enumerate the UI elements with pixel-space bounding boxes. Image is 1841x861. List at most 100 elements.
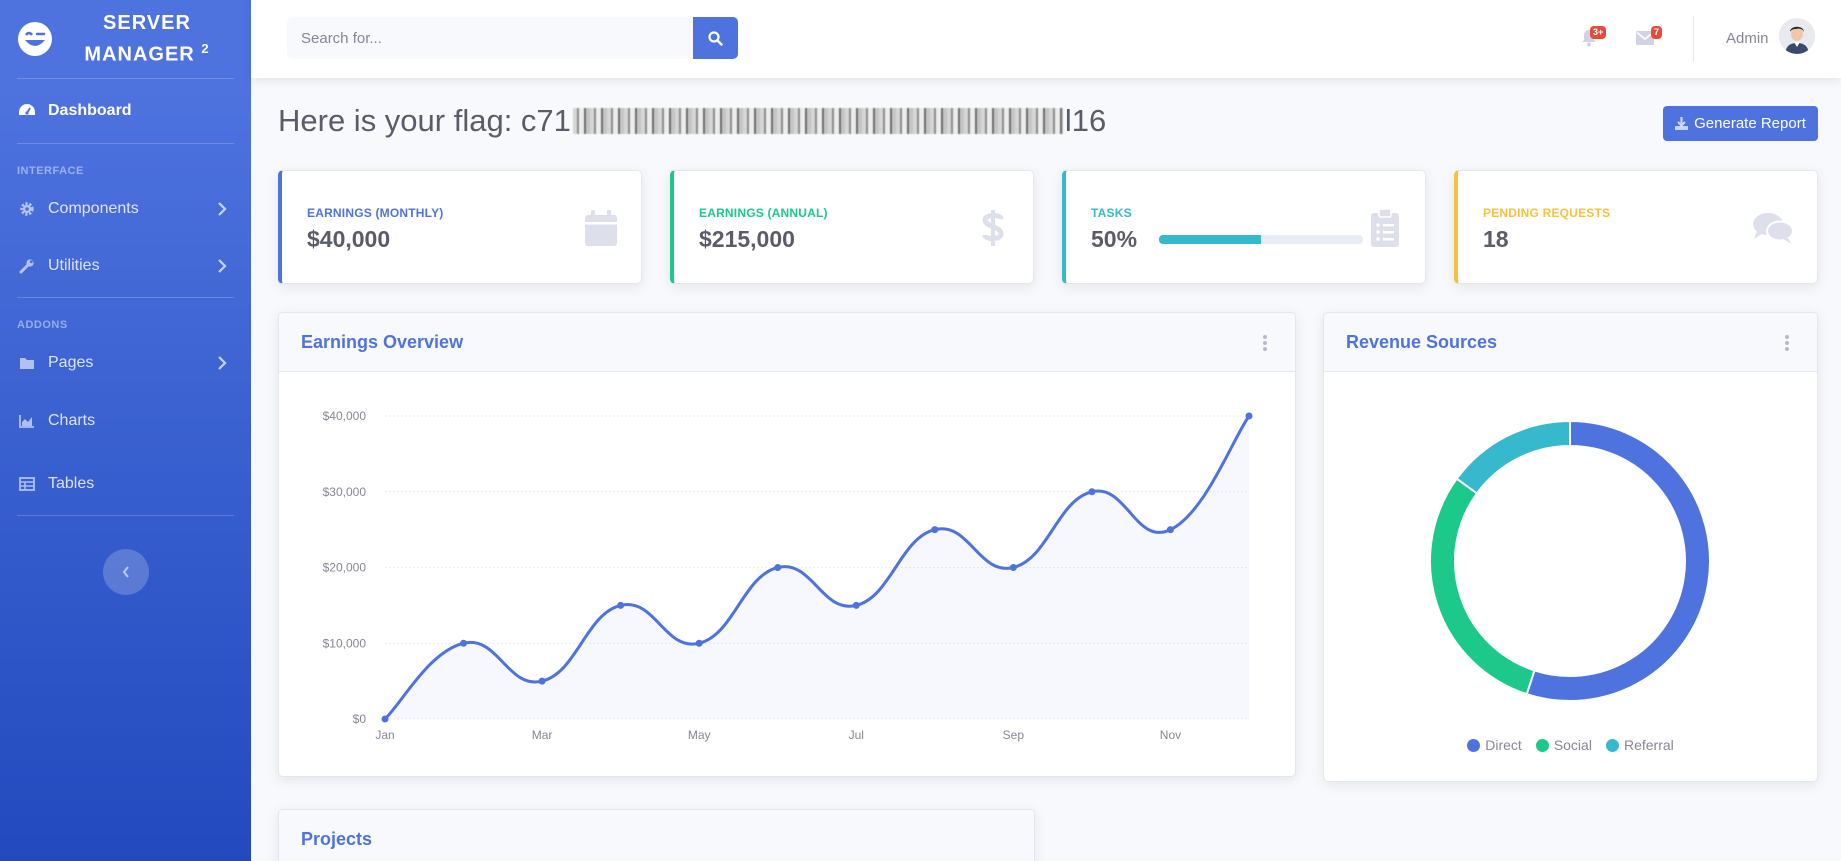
revenue-sources-card: Revenue Sources Direct Social Referral bbox=[1323, 312, 1818, 782]
y-tick-label: $0 bbox=[353, 712, 367, 726]
sidebar-toggle-button[interactable] bbox=[103, 549, 149, 595]
card-header: Revenue Sources bbox=[1324, 313, 1817, 372]
chart-legend: Direct Social Referral bbox=[1324, 737, 1817, 753]
x-tick-label: Jul bbox=[849, 728, 864, 742]
earnings-overview-card: Earnings Overview $0 $10,000 $20,000 $30,00… bbox=[278, 312, 1296, 777]
legend-label: Social bbox=[1553, 737, 1592, 753]
sidebar-item-label: Charts bbox=[48, 411, 96, 429]
search-icon bbox=[708, 30, 723, 46]
alerts-badge: 3+ bbox=[1590, 26, 1607, 39]
card-title: Earnings Overview bbox=[301, 331, 464, 352]
tachometer-icon bbox=[17, 101, 37, 121]
card-menu-button[interactable] bbox=[1785, 335, 1789, 351]
comments-icon bbox=[1751, 207, 1795, 249]
stat-card-pending-requests: PENDING REQUESTS 18 bbox=[1454, 170, 1818, 284]
card-title: Projects bbox=[301, 829, 373, 849]
y-tick-label: $30,000 bbox=[323, 485, 367, 499]
stat-value: 50% bbox=[1091, 226, 1138, 252]
y-tick-label: $10,000 bbox=[323, 636, 367, 650]
sidebar: SERVER MANAGER 2 Dashboard INTERFACE Com… bbox=[0, 0, 251, 861]
stat-card-monthly-earnings: EARNINGS (MONTHLY) $40,000 bbox=[278, 170, 642, 284]
chart-area-icon bbox=[17, 411, 37, 431]
sidebar-heading-addons: ADDONS bbox=[17, 319, 68, 331]
legend-row: Direct Social Referral bbox=[1324, 737, 1817, 753]
chevron-right-icon bbox=[218, 356, 227, 370]
clipboard-list-icon bbox=[1367, 207, 1403, 249]
tasks-progress-fill bbox=[1159, 235, 1261, 244]
page-title-suffix: l16 bbox=[1064, 103, 1107, 138]
sidebar-item-label: Utilities bbox=[48, 257, 100, 274]
legend-label: Referral bbox=[1623, 737, 1674, 753]
pie-slice bbox=[1525, 419, 1711, 702]
laugh-wink-icon bbox=[18, 22, 52, 56]
generate-report-button[interactable]: Generate Report bbox=[1663, 106, 1818, 141]
search-form bbox=[287, 17, 738, 59]
data-point bbox=[381, 715, 389, 723]
sidebar-item-label: Tables bbox=[48, 474, 95, 492]
sidebar-brand[interactable]: SERVER MANAGER 2 bbox=[0, 0, 251, 78]
data-point bbox=[1166, 526, 1174, 534]
sidebar-item-charts[interactable]: Charts bbox=[0, 389, 251, 452]
tasks-progress-bar bbox=[1159, 235, 1363, 244]
legend-item: Referral bbox=[1605, 737, 1674, 753]
pie-slice bbox=[1429, 477, 1536, 696]
brand-name: SERVER MANAGER 2 bbox=[72, 10, 222, 68]
legend-label: Direct bbox=[1485, 737, 1522, 753]
projects-card: Projects bbox=[278, 809, 1035, 861]
data-point bbox=[931, 526, 939, 534]
data-point bbox=[852, 601, 860, 609]
search-input[interactable] bbox=[287, 17, 693, 59]
data-point bbox=[460, 639, 468, 647]
x-tick-label: May bbox=[688, 728, 711, 742]
legend-dot bbox=[1605, 738, 1619, 752]
calendar-icon bbox=[583, 207, 619, 249]
data-point bbox=[774, 564, 782, 571]
sidebar-item-label: Pages bbox=[48, 354, 94, 371]
sidebar-item-dashboard[interactable]: Dashboard bbox=[0, 79, 251, 143]
chevron-left-icon bbox=[122, 566, 129, 578]
search-button[interactable] bbox=[693, 17, 738, 59]
card-header: Projects bbox=[279, 810, 1034, 861]
card-menu-button[interactable] bbox=[1263, 335, 1267, 351]
x-tick-label: Nov bbox=[1160, 728, 1181, 742]
alerts-button[interactable]: 3+ bbox=[1580, 26, 1607, 47]
generate-report-label: Generate Report bbox=[1694, 115, 1806, 132]
card-header: Earnings Overview bbox=[279, 313, 1295, 372]
data-point bbox=[538, 677, 546, 685]
pie-slice bbox=[1455, 419, 1571, 495]
dollar-icon bbox=[975, 207, 1011, 249]
redacted-flag-text bbox=[572, 108, 1063, 134]
cog-icon bbox=[17, 199, 37, 219]
x-tick-label: Jan bbox=[375, 728, 394, 742]
avatar[interactable] bbox=[1779, 18, 1815, 54]
sidebar-item-components[interactable]: Components bbox=[0, 183, 251, 235]
stat-value: $40,000 bbox=[307, 226, 391, 252]
messages-button[interactable]: 7 bbox=[1636, 26, 1663, 47]
user-name[interactable]: Admin bbox=[1726, 30, 1769, 47]
legend-item: Direct bbox=[1467, 737, 1522, 753]
sidebar-item-label: Components bbox=[48, 200, 139, 217]
y-tick-label: $20,000 bbox=[323, 561, 367, 575]
data-point bbox=[1009, 564, 1017, 571]
stat-value: 18 bbox=[1483, 226, 1509, 252]
legend-dot bbox=[1467, 738, 1481, 752]
stat-card-tasks: TASKS 50% bbox=[1062, 170, 1426, 284]
chevron-right-icon bbox=[218, 202, 227, 216]
sidebar-item-tables[interactable]: Tables bbox=[0, 452, 251, 515]
stat-label: PENDING REQUESTS bbox=[1483, 206, 1611, 220]
table-icon bbox=[17, 474, 37, 494]
sidebar-item-pages[interactable]: Pages bbox=[0, 337, 251, 389]
stat-card-annual-earnings: EARNINGS (ANNUAL) $215,000 bbox=[670, 170, 1034, 284]
brand-line2: MANAGER 2 bbox=[84, 41, 210, 66]
topbar-divider bbox=[1693, 16, 1694, 61]
stat-label: EARNINGS (MONTHLY) bbox=[307, 206, 444, 220]
data-point bbox=[695, 639, 703, 647]
data-point bbox=[1245, 412, 1253, 420]
y-tick-label: $40,000 bbox=[323, 409, 367, 423]
sidebar-item-utilities[interactable]: Utilities bbox=[0, 235, 251, 297]
chevron-right-icon bbox=[218, 259, 227, 273]
messages-badge: 7 bbox=[1651, 26, 1663, 39]
sidebar-item-label: Dashboard bbox=[48, 102, 132, 119]
download-icon bbox=[1675, 117, 1689, 130]
revenue-donut-chart bbox=[1429, 419, 1711, 702]
